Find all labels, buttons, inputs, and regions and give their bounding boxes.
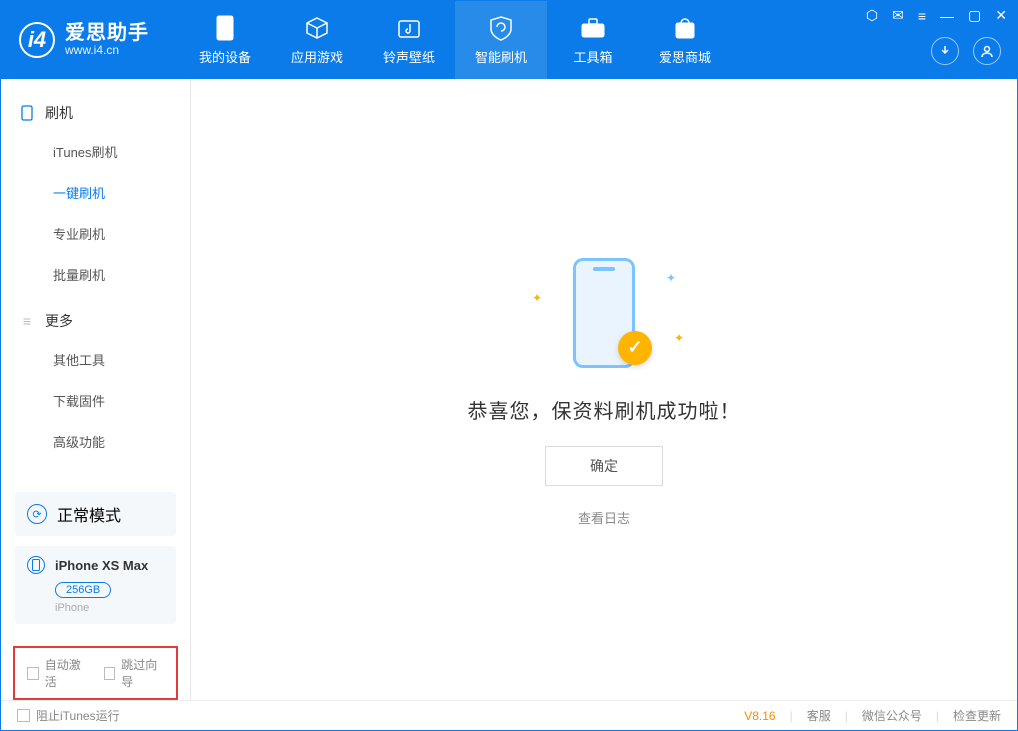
separator: | xyxy=(936,709,939,723)
sidebar-item-advanced[interactable]: 高级功能 xyxy=(1,421,190,462)
tab-my-device[interactable]: 我的设备 xyxy=(179,1,271,79)
tab-label: 智能刷机 xyxy=(475,47,527,66)
cube-icon xyxy=(304,15,330,41)
toolbox-icon xyxy=(580,15,606,41)
device-type: iPhone xyxy=(55,602,164,614)
sidebar-header-more[interactable]: ≡ 更多 xyxy=(1,303,190,339)
checkbox-skip-guide[interactable]: 跳过向导 xyxy=(104,656,165,690)
checkbox-label: 阻止iTunes运行 xyxy=(36,707,120,724)
tab-label: 铃声壁纸 xyxy=(383,47,435,66)
footer: 阻止iTunes运行 V8.16 | 客服 | 微信公众号 | 检查更新 xyxy=(1,700,1017,730)
checkbox-block-itunes[interactable]: 阻止iTunes运行 xyxy=(17,707,120,724)
checkbox-label: 跳过向导 xyxy=(121,656,164,690)
app-name-en: www.i4.cn xyxy=(65,44,149,57)
checkbox-label: 自动激活 xyxy=(45,656,88,690)
sidebar-section-more: ≡ 更多 其他工具 下载固件 高级功能 xyxy=(1,303,190,470)
tab-ringtone[interactable]: 铃声壁纸 xyxy=(363,1,455,79)
sidebar-header-flash[interactable]: 刷机 xyxy=(1,95,190,131)
ok-button[interactable]: 确定 xyxy=(545,446,663,486)
mode-box[interactable]: ⟳ 正常模式 xyxy=(15,492,176,536)
header: i4 爱思助手 www.i4.cn 我的设备 应用游戏 铃声壁纸 智能刷机 工具… xyxy=(1,1,1017,79)
tab-label: 工具箱 xyxy=(573,47,612,66)
sidebar-header-label: 刷机 xyxy=(45,103,73,123)
device-panel: ⟳ 正常模式 iPhone XS Max 256GB iPhone xyxy=(1,492,190,636)
separator: | xyxy=(790,709,793,723)
checkbox-icon xyxy=(17,709,30,722)
storage-badge: 256GB xyxy=(55,582,111,598)
menu-icon[interactable]: ≡ xyxy=(918,8,926,24)
tab-toolbox[interactable]: 工具箱 xyxy=(547,1,639,79)
header-actions xyxy=(931,37,1001,65)
shield-refresh-icon xyxy=(488,15,514,41)
list-icon: ≡ xyxy=(19,313,35,329)
sidebar: 刷机 iTunes刷机 一键刷机 专业刷机 批量刷机 ≡ 更多 其他工具 下载固… xyxy=(1,79,191,700)
window-controls: ⬡ ✉ ≡ — ▢ ✕ xyxy=(866,7,1007,24)
phone-small-icon xyxy=(27,556,45,574)
nav-tabs: 我的设备 应用游戏 铃声壁纸 智能刷机 工具箱 爱思商城 xyxy=(179,1,731,79)
sidebar-item-firmware[interactable]: 下载固件 xyxy=(1,380,190,421)
mode-icon: ⟳ xyxy=(27,504,47,524)
bag-icon xyxy=(672,15,698,41)
device-box[interactable]: iPhone XS Max 256GB iPhone xyxy=(15,546,176,624)
device-name: iPhone XS Max xyxy=(55,558,148,573)
logo-text: 爱思助手 www.i4.cn xyxy=(65,22,149,57)
tab-store[interactable]: 爱思商城 xyxy=(639,1,731,79)
checkbox-icon xyxy=(104,667,116,680)
download-button[interactable] xyxy=(931,37,959,65)
music-folder-icon xyxy=(396,15,422,41)
mode-label: 正常模式 xyxy=(57,502,121,526)
check-badge-icon: ✓ xyxy=(618,331,652,365)
options-box: 自动激活 跳过向导 xyxy=(13,646,178,700)
wechat-link[interactable]: 微信公众号 xyxy=(862,707,922,724)
tab-flash[interactable]: 智能刷机 xyxy=(455,1,547,79)
sidebar-item-batch[interactable]: 批量刷机 xyxy=(1,254,190,295)
minimize-icon[interactable]: — xyxy=(940,8,954,24)
tab-label: 应用游戏 xyxy=(291,47,343,66)
sidebar-item-pro[interactable]: 专业刷机 xyxy=(1,213,190,254)
tab-apps[interactable]: 应用游戏 xyxy=(271,1,363,79)
user-button[interactable] xyxy=(973,37,1001,65)
main-content: ✦ ✦ ✦ ✓ 恭喜您，保资料刷机成功啦！ 确定 查看日志 xyxy=(191,79,1017,700)
device-icon xyxy=(19,105,35,121)
checkbox-auto-activate[interactable]: 自动激活 xyxy=(27,656,88,690)
sidebar-section-flash: 刷机 iTunes刷机 一键刷机 专业刷机 批量刷机 xyxy=(1,95,190,303)
logo[interactable]: i4 爱思助手 www.i4.cn xyxy=(19,22,149,58)
shirt-icon[interactable]: ⬡ xyxy=(866,7,878,24)
sidebar-item-onekey[interactable]: 一键刷机 xyxy=(1,172,190,213)
phone-icon xyxy=(212,15,238,41)
maximize-icon[interactable]: ▢ xyxy=(968,7,981,24)
success-illustration: ✦ ✦ ✦ ✓ xyxy=(514,253,694,373)
sidebar-header-label: 更多 xyxy=(45,311,73,331)
update-link[interactable]: 检查更新 xyxy=(953,707,1001,724)
sparkle-icon: ✦ xyxy=(666,271,676,285)
sparkle-icon: ✦ xyxy=(674,331,684,345)
view-log-link[interactable]: 查看日志 xyxy=(578,508,630,527)
version-label: V8.16 xyxy=(744,709,775,723)
separator: | xyxy=(845,709,848,723)
tab-label: 我的设备 xyxy=(199,47,251,66)
app-name-cn: 爱思助手 xyxy=(65,22,149,44)
close-icon[interactable]: ✕ xyxy=(995,7,1007,24)
sidebar-item-itunes[interactable]: iTunes刷机 xyxy=(1,131,190,172)
support-link[interactable]: 客服 xyxy=(807,707,831,724)
sidebar-item-other[interactable]: 其他工具 xyxy=(1,339,190,380)
feedback-icon[interactable]: ✉ xyxy=(892,7,904,24)
result-message: 恭喜您，保资料刷机成功啦！ xyxy=(468,395,741,424)
tab-label: 爱思商城 xyxy=(659,47,711,66)
sparkle-icon: ✦ xyxy=(532,291,542,305)
logo-icon: i4 xyxy=(19,22,55,58)
checkbox-icon xyxy=(27,667,39,680)
body: 刷机 iTunes刷机 一键刷机 专业刷机 批量刷机 ≡ 更多 其他工具 下载固… xyxy=(1,79,1017,700)
